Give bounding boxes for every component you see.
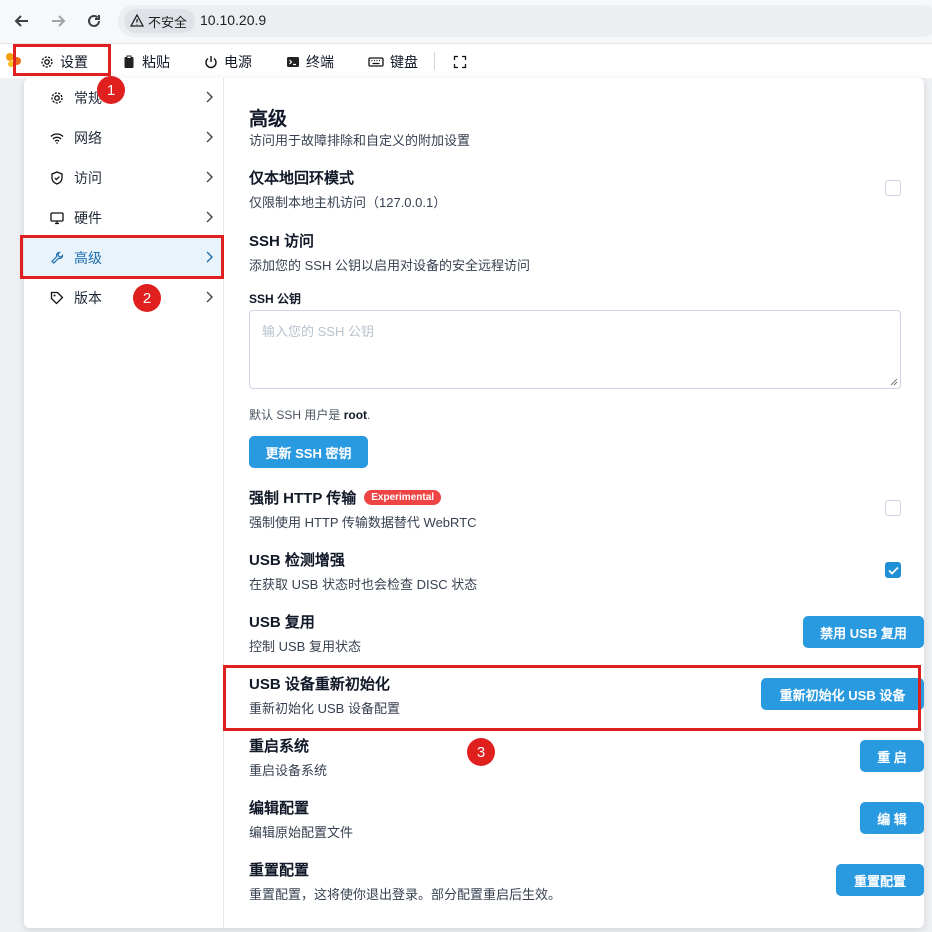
annotation-box-2: [20, 235, 224, 279]
keyboard-icon: [368, 57, 384, 67]
resize-grip-icon[interactable]: [889, 377, 898, 386]
settings-sidebar: 常规 网络 访问 硬件 高级 版本: [24, 78, 224, 928]
annotation-box-1: [13, 44, 111, 76]
forward-button[interactable]: [44, 7, 72, 35]
toolbar-terminal-label: 终端: [306, 54, 334, 70]
security-label: 不安全: [148, 14, 188, 30]
toolbar-fullscreen-button[interactable]: [453, 52, 467, 72]
sidebar-item-label: 版本: [74, 290, 102, 306]
loopback-checkbox[interactable]: [885, 180, 901, 196]
annotation-number-1: 1: [97, 76, 125, 104]
reboot-button[interactable]: 重 启: [860, 740, 924, 772]
toolbar-keyboard-label: 键盘: [390, 54, 418, 70]
annotation-number-2: 2: [133, 284, 161, 312]
reset-config-title: 重置配置: [249, 862, 310, 879]
annotation-box-3: [223, 665, 921, 731]
ssh-desc: 添加您的 SSH 公钥以启用对设备的安全远程访问: [249, 258, 530, 273]
sidebar-item-network[interactable]: 网络: [24, 118, 224, 158]
loopback-title: 仅本地回环模式: [249, 170, 355, 187]
sidebar-item-label: 网络: [74, 130, 102, 146]
toolbar-terminal-button[interactable]: 终端: [286, 52, 334, 72]
shield-icon: [48, 169, 66, 187]
chevron-right-icon: [206, 91, 213, 103]
toolbar-paste-label: 粘贴: [142, 54, 170, 70]
chevron-right-icon: [206, 211, 213, 223]
annotation-number-3: 3: [467, 738, 495, 766]
update-ssh-key-button[interactable]: 更新 SSH 密钥: [249, 436, 368, 468]
usb-detect-title: USB 检测增强: [249, 552, 345, 569]
toolbar-power-label: 电源: [224, 54, 252, 70]
reboot-desc: 重启设备系统: [249, 763, 328, 778]
sidebar-item-label: 硬件: [74, 210, 102, 226]
warning-icon: [130, 14, 144, 27]
toolbar-power-button[interactable]: 电源: [204, 52, 252, 72]
tag-icon: [48, 289, 66, 307]
ssh-key-textarea[interactable]: 输入您的 SSH 公钥: [249, 310, 901, 389]
toolbar-keyboard-button[interactable]: 键盘: [368, 52, 418, 72]
security-indicator[interactable]: 不安全: [124, 9, 196, 33]
edit-config-title: 编辑配置: [249, 800, 310, 817]
experimental-badge: Experimental: [364, 490, 442, 505]
ssh-key-placeholder: 输入您的 SSH 公钥: [262, 324, 374, 339]
wifi-icon: [48, 129, 66, 147]
reset-config-button[interactable]: 重置配置: [836, 864, 924, 896]
chevron-right-icon: [206, 171, 213, 183]
http-desc: 强制使用 HTTP 传输数据替代 WebRTC: [249, 515, 477, 530]
edit-config-button[interactable]: 编 辑: [860, 802, 924, 834]
chevron-right-icon: [206, 291, 213, 303]
monitor-icon: [48, 209, 66, 227]
chevron-right-icon: [206, 131, 213, 143]
arrow-right-icon: [52, 15, 66, 27]
reboot-title: 重启系统: [249, 738, 310, 755]
toolbar-divider: [434, 52, 435, 70]
back-button[interactable]: [8, 7, 36, 35]
power-icon: [205, 56, 217, 69]
check-icon: [887, 566, 899, 575]
http-title: 强制 HTTP 传输 Experimental: [249, 487, 442, 508]
reset-config-desc: 重置配置，这将使你退出登录。部分配置重启后生效。: [249, 887, 562, 902]
gear-icon: [48, 89, 66, 107]
loopback-desc: 仅限制本地主机访问（127.0.0.1）: [249, 195, 447, 210]
page-title: 高级: [249, 109, 288, 130]
usb-mux-desc: 控制 USB 复用状态: [249, 639, 361, 654]
clipboard-icon: [124, 55, 134, 68]
sidebar-item-access[interactable]: 访问: [24, 158, 224, 198]
sidebar-item-hardware[interactable]: 硬件: [24, 198, 224, 238]
disable-usb-mux-button[interactable]: 禁用 USB 复用: [803, 616, 924, 648]
usb-detect-checkbox[interactable]: [885, 562, 901, 578]
usb-detect-desc: 在获取 USB 状态时也会检查 DISC 状态: [249, 577, 478, 592]
reload-icon: [88, 14, 100, 27]
sidebar-item-version[interactable]: 版本: [24, 278, 224, 318]
page-subtitle: 访问用于故障排除和自定义的附加设置: [249, 133, 471, 148]
toolbar-paste-button[interactable]: 粘贴: [122, 52, 170, 72]
http-title-text: 强制 HTTP 传输: [249, 490, 357, 507]
reload-button[interactable]: [80, 7, 108, 35]
arrow-left-icon: [14, 15, 28, 27]
http-checkbox[interactable]: [885, 500, 901, 516]
url-text[interactable]: 10.10.20.9: [200, 12, 266, 28]
settings-panel: 常规 网络 访问 硬件 高级 版本 高级 访问用于故障排除和自定义的附加设置 仅…: [24, 78, 924, 928]
ssh-default-user-hint: 默认 SSH 用户是 root.: [249, 408, 371, 422]
ssh-title: SSH 访问: [249, 233, 315, 250]
ssh-key-label: SSH 公钥: [249, 292, 302, 306]
edit-config-desc: 编辑原始配置文件: [249, 825, 354, 840]
fullscreen-icon: [453, 55, 467, 69]
terminal-icon: [287, 57, 299, 67]
sidebar-item-label: 访问: [74, 170, 102, 186]
usb-mux-title: USB 复用: [249, 614, 315, 631]
settings-content: 高级 访问用于故障排除和自定义的附加设置 仅本地回环模式 仅限制本地主机访问（1…: [249, 78, 924, 928]
